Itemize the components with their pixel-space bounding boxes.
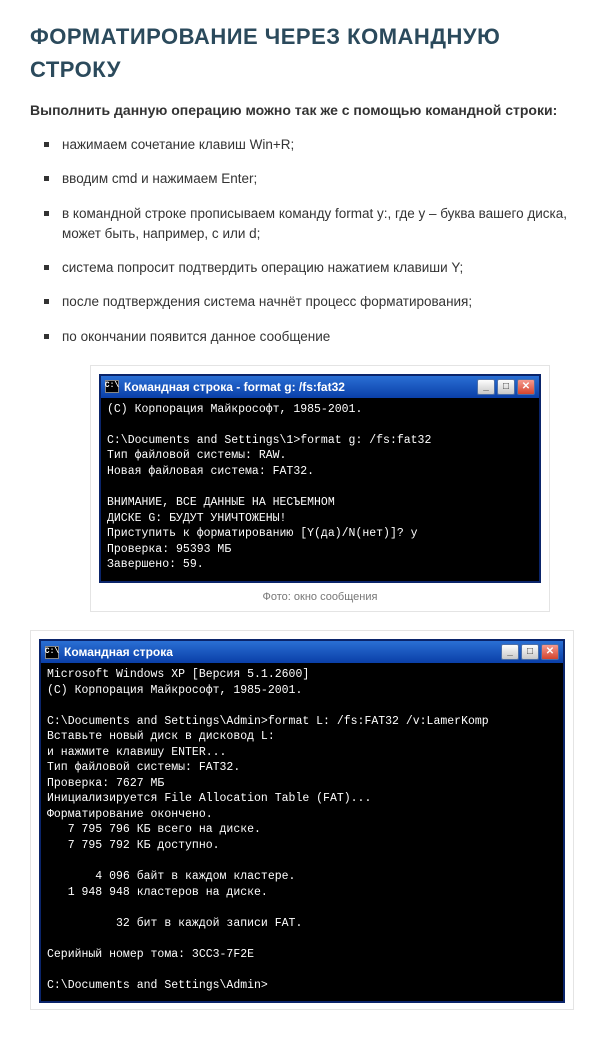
- maximize-button[interactable]: □: [497, 379, 515, 395]
- console-output: Microsoft Windows XP [Версия 5.1.2600] (…: [41, 663, 563, 1001]
- intro-text: Выполнить данную операцию можно так же с…: [30, 100, 574, 121]
- steps-list: нажимаем сочетание клавиш Win+R; вводим …: [30, 135, 574, 347]
- title-bar: C:\ Командная строка _ □ ✕: [41, 641, 563, 663]
- list-item: в командной строке прописываем команду f…: [48, 204, 574, 245]
- console-output: (С) Корпорация Майкрософт, 1985-2001. C:…: [101, 398, 539, 581]
- minimize-button[interactable]: _: [477, 379, 495, 395]
- list-item: по окончании появится данное сообщение: [48, 327, 574, 347]
- figure-console-1: C:\ Командная строка - format g: /fs:fat…: [90, 365, 550, 612]
- console-window: C:\ Командная строка - format g: /fs:fat…: [99, 374, 541, 583]
- close-button[interactable]: ✕: [517, 379, 535, 395]
- cmd-icon: C:\: [105, 380, 119, 393]
- console-window: C:\ Командная строка _ □ ✕ Microsoft Win…: [39, 639, 565, 1003]
- article-heading: ФОРМАТИРОВАНИЕ ЧЕРЕЗ КОМАНДНУЮ СТРОКУ: [30, 20, 574, 86]
- cmd-icon: C:\: [45, 646, 59, 659]
- window-buttons: _ □ ✕: [477, 379, 535, 395]
- list-item: система попросит подтвердить операцию на…: [48, 258, 574, 278]
- window-title: Командная строка: [64, 644, 496, 660]
- window-title: Командная строка - format g: /fs:fat32: [124, 379, 472, 395]
- maximize-button[interactable]: □: [521, 644, 539, 660]
- list-item: вводим cmd и нажимаем Enter;: [48, 169, 574, 189]
- figure-caption: Фото: окно сообщения: [99, 583, 541, 606]
- figure-console-2: C:\ Командная строка _ □ ✕ Microsoft Win…: [30, 630, 574, 1010]
- list-item: нажимаем сочетание клавиш Win+R;: [48, 135, 574, 155]
- title-bar: C:\ Командная строка - format g: /fs:fat…: [101, 376, 539, 398]
- window-buttons: _ □ ✕: [501, 644, 559, 660]
- list-item: после подтверждения система начнёт проце…: [48, 292, 574, 312]
- minimize-button[interactable]: _: [501, 644, 519, 660]
- close-button[interactable]: ✕: [541, 644, 559, 660]
